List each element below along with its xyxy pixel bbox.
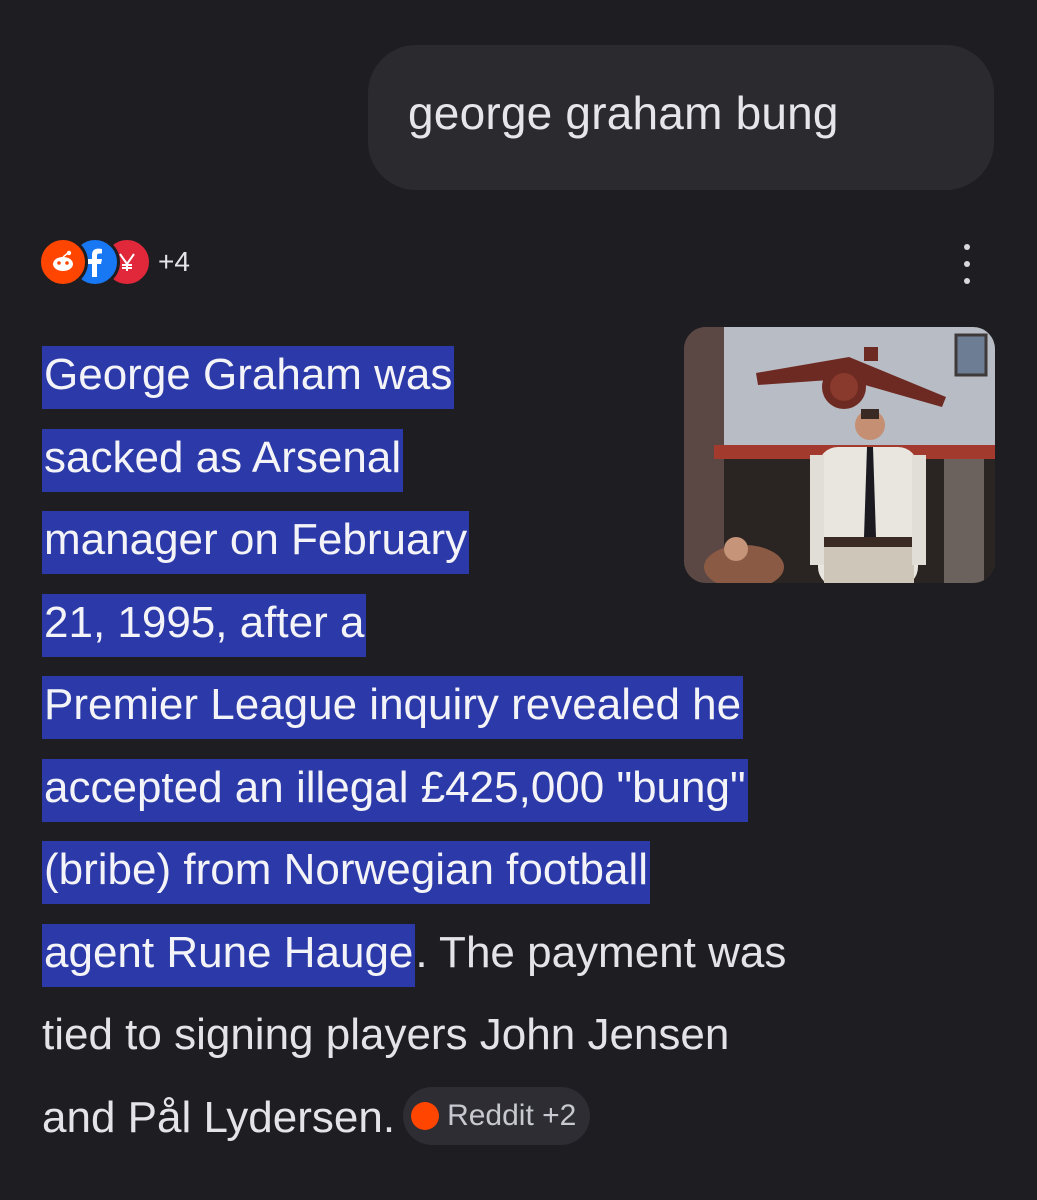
answer-line: manager on February — [42, 499, 1002, 582]
answer-highlight: agent Rune Hauge — [42, 923, 416, 987]
search-query-text: george graham bung — [408, 86, 839, 139]
answer-line: and Pål Lydersen. Reddit +2 — [42, 1077, 1002, 1160]
search-query-bubble[interactable]: george graham bung — [368, 45, 994, 190]
answer-highlight: Premier League inquiry revealed he — [42, 676, 744, 739]
answer-highlight: sacked as Arsenal — [42, 428, 404, 492]
answer-plain-text: and Pål Lydersen. — [42, 1092, 396, 1142]
answer-line: accepted an illegal £425,000 "bung" — [42, 747, 1002, 830]
source-icons-row[interactable]: +4 — [38, 236, 190, 288]
more-options-icon[interactable] — [955, 244, 979, 284]
answer-line: tied to signing players John Jensen — [42, 994, 1002, 1077]
answer-highlight: (bribe) from Norwegian football — [42, 841, 651, 904]
answer-line: agent Rune Hauge. The payment was — [42, 912, 1002, 995]
citation-chip-label: Reddit +2 — [447, 1098, 577, 1132]
ai-overview-screen: george graham bung +4 George Graham was … — [0, 0, 1037, 1200]
answer-line: sacked as Arsenal — [42, 417, 1002, 500]
citation-chip[interactable]: Reddit +2 — [403, 1086, 591, 1145]
answer-line: 21, 1995, after a — [42, 582, 1002, 665]
answer-highlight: George Graham was — [42, 346, 455, 409]
answer-line: George Graham was — [42, 334, 1002, 417]
ai-answer-text: George Graham was sacked as Arsenal mana… — [42, 334, 1002, 1159]
answer-highlight: 21, 1995, after a — [42, 593, 367, 657]
answer-highlight: manager on February — [42, 511, 470, 574]
answer-line: Premier League inquiry revealed he — [42, 664, 1002, 747]
more-sources-count: +4 — [158, 246, 190, 277]
answer-highlight: accepted an illegal £425,000 "bung" — [42, 758, 748, 822]
answer-line: (bribe) from Norwegian football — [42, 829, 1002, 912]
answer-plain-text: tied to signing players John Jensen — [42, 1010, 730, 1059]
reddit-icon — [38, 237, 88, 287]
reddit-icon — [411, 1101, 440, 1130]
answer-plain-text: . The payment was — [415, 927, 787, 977]
